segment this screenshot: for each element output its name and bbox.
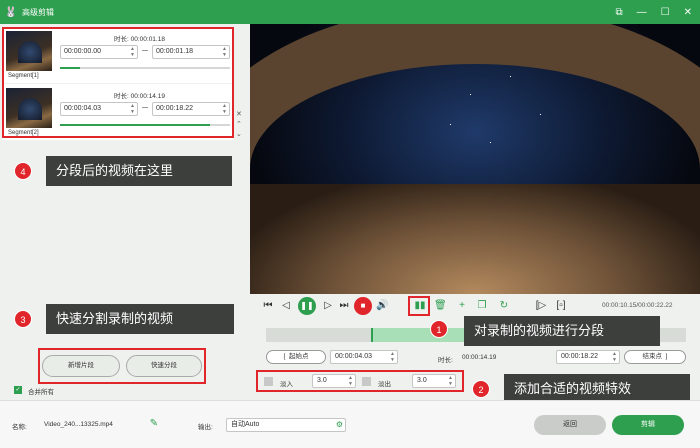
window-maximize-icon[interactable]: ☐: [661, 7, 670, 18]
output-label: 输出:: [198, 424, 213, 431]
callout-text-3: 快速分割录制的视频: [46, 304, 234, 334]
highlight-box-segments: [2, 27, 234, 138]
end-time-field[interactable]: 00:00:18.22 ▲ ▼: [556, 350, 620, 364]
edit-button[interactable]: 剪辑: [612, 415, 684, 435]
stop-button[interactable]: ■: [354, 297, 372, 315]
move-up-icon[interactable]: ⌃: [236, 120, 242, 130]
new-segment-button[interactable]: 新增片段: [42, 355, 120, 377]
video-preview[interactable]: [250, 24, 700, 294]
mark-in-icon[interactable]: [▷: [534, 300, 548, 312]
output-field[interactable]: 自动Auto ⚙: [226, 418, 346, 432]
playback-time: 00:00:10.15/00:00:22.22: [602, 302, 673, 309]
skip-start-icon[interactable]: ⏮: [262, 300, 274, 312]
callout-text-1: 对录制的视频进行分段: [464, 316, 660, 346]
delete-icon[interactable]: 🗑: [434, 300, 447, 312]
trim-duration-value: 00:00:14.19: [462, 354, 497, 361]
fade-out-checkbox[interactable]: [362, 377, 371, 386]
fade-in-checkbox[interactable]: [264, 377, 273, 386]
callout-badge-3: 3: [14, 310, 32, 328]
spin-arrows-icon[interactable]: ▲ ▼: [390, 351, 395, 363]
settings-gear-icon[interactable]: ⚙: [336, 419, 343, 431]
back-button[interactable]: 返回: [534, 415, 606, 435]
window-restore-icon[interactable]: ⧉: [616, 7, 623, 18]
merge-all-checkbox[interactable]: ✓: [14, 386, 22, 394]
rock-foreground: [250, 184, 700, 294]
fade-in-label: 淡入: [280, 381, 293, 388]
fade-out-field[interactable]: 3.0 ▲ ▼: [412, 374, 456, 388]
bottom-bar: 名称: Video_240...13325.mp4 ✎ 输出: 自动Auto ⚙ …: [0, 400, 700, 448]
file-name: Video_240...13325.mp4: [44, 421, 113, 428]
set-start-button[interactable]: [ 起始点: [266, 350, 326, 364]
reset-icon[interactable]: ↻: [498, 300, 510, 312]
step-back-icon[interactable]: ◁: [280, 300, 292, 312]
callout-badge-2: 2: [472, 380, 490, 398]
window-minimize-icon[interactable]: —: [637, 7, 647, 18]
merge-all-label: 合并所有: [28, 389, 54, 396]
segment-side-controls: ✕ ⌃ ⌄: [236, 110, 242, 140]
volume-icon[interactable]: 🔊: [376, 300, 388, 312]
fade-out-label: 淡出: [378, 381, 391, 388]
callout-badge-4: 4: [14, 162, 32, 180]
title-bar: 🐰 高级剪辑 ⧉ — ☐ ✕: [0, 0, 700, 24]
add-icon[interactable]: +: [456, 300, 468, 312]
window-title: 高级剪辑: [22, 7, 54, 17]
step-forward-icon[interactable]: ▷: [322, 300, 334, 312]
trim-duration-label: 时长:: [438, 357, 453, 364]
callout-text-4: 分段后的视频在这里: [46, 156, 232, 186]
highlight-box-split: [408, 296, 430, 316]
copy-icon[interactable]: ❐: [476, 300, 488, 312]
start-time-field[interactable]: 00:00:04.03 ▲ ▼: [330, 350, 398, 364]
app-logo-icon: 🐰: [4, 6, 18, 18]
window-close-icon[interactable]: ✕: [684, 7, 692, 18]
edit-name-icon[interactable]: ✎: [148, 418, 160, 430]
spin-arrows-icon[interactable]: ▲ ▼: [348, 375, 353, 387]
callout-badge-1: 1: [430, 320, 448, 338]
spin-arrows-icon[interactable]: ▲ ▼: [612, 351, 617, 363]
pause-button[interactable]: ❚❚: [298, 297, 316, 315]
name-label: 名称:: [12, 424, 27, 431]
spin-arrows-icon[interactable]: ▲ ▼: [448, 375, 453, 387]
delete-segment-icon[interactable]: ✕: [236, 110, 242, 120]
quick-split-button[interactable]: 快速分段: [126, 355, 202, 377]
mark-out-icon[interactable]: [▫]: [554, 300, 568, 312]
set-end-button[interactable]: 结束点 ]: [624, 350, 686, 364]
skip-end-icon[interactable]: ⏭: [338, 300, 350, 312]
fade-in-field[interactable]: 3.0 ▲ ▼: [312, 374, 356, 388]
move-down-icon[interactable]: ⌄: [236, 130, 242, 140]
